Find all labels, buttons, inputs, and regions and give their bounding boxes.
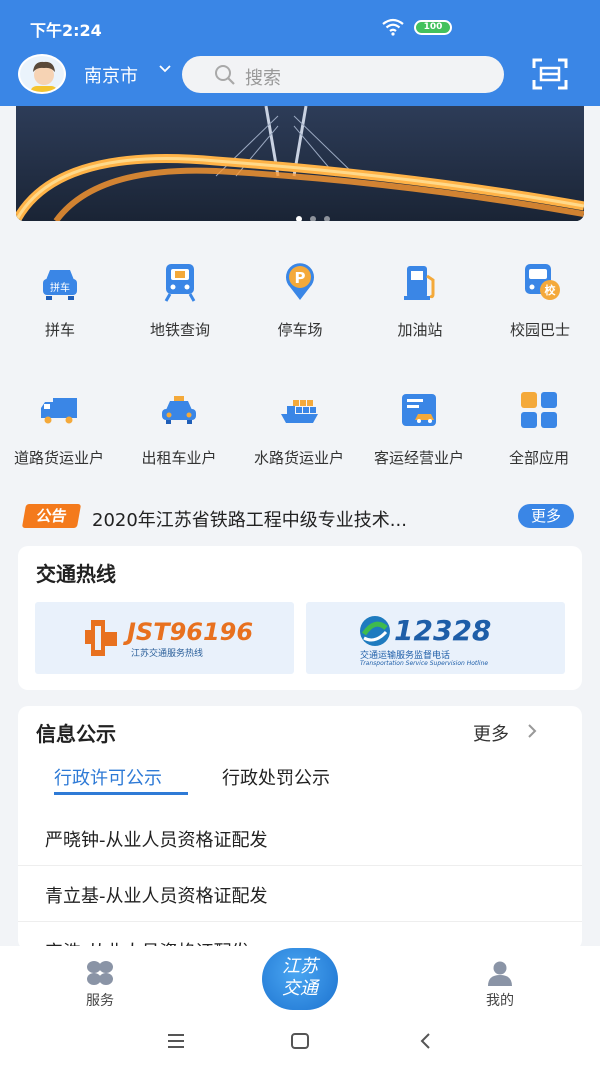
scan-icon[interactable]	[532, 58, 568, 90]
carousel-dots	[296, 207, 338, 221]
logo-line-2: 交通	[282, 978, 318, 999]
carousel-dot[interactable]	[296, 216, 302, 221]
service-label: 道路货运业户	[13, 449, 104, 467]
services-icon	[87, 961, 113, 985]
info-more-link[interactable]: 更多	[473, 720, 509, 746]
service-gas-station[interactable]: 加油站	[360, 262, 480, 362]
back-icon[interactable]	[414, 1030, 438, 1052]
service-label: 出租车业户	[141, 449, 217, 467]
user-icon	[488, 961, 512, 986]
tab-services[interactable]: 服务	[60, 960, 140, 1010]
12328-logo-icon	[360, 616, 390, 646]
service-taxi[interactable]: 出租车业户	[119, 390, 239, 490]
search-icon	[215, 65, 235, 85]
chevron-down-icon[interactable]	[158, 62, 172, 76]
hotline-jst96196[interactable]: JST96196 江苏交通服务热线	[35, 602, 294, 674]
service-parking[interactable]: P 停车场	[240, 262, 360, 362]
service-label: 加油站	[397, 321, 443, 339]
school-bus-icon: 校	[525, 264, 560, 300]
service-road-freight[interactable]: 道路货运业户	[0, 390, 119, 490]
cargo-ship-icon	[281, 400, 318, 423]
svg-text:P: P	[295, 269, 306, 287]
battery-icon: 100	[414, 20, 452, 35]
hotline-title: 交通热线	[36, 562, 116, 586]
list-item[interactable]: 青立基-从业人员资格证配发	[18, 866, 582, 922]
carousel-dot[interactable]	[324, 216, 330, 221]
taxi-icon	[162, 396, 196, 424]
system-nav-bar	[0, 1016, 600, 1067]
service-passenger-transport[interactable]: 客运经营业户	[359, 390, 479, 490]
service-label: 地铁查询	[149, 321, 210, 339]
app-header: 南京市 搜索	[0, 54, 600, 96]
avatar[interactable]	[18, 54, 66, 94]
services-row-1: 拼车 拼车 地铁查询 P 停车场 加油站 校 校园巴士	[0, 262, 600, 362]
jst-logo-icon	[85, 620, 117, 656]
notice-tag: 公告	[21, 504, 82, 528]
passenger-transport-icon	[402, 394, 436, 426]
hotline-number: 12328	[394, 614, 492, 647]
carpool-icon: 拼车	[43, 270, 77, 300]
jiangsu-transport-logo[interactable]: 江苏 交通	[262, 948, 338, 1010]
service-label: 水路货运业户	[253, 449, 344, 467]
list-item-text: 严晓钟-从业人员资格证配发	[45, 830, 268, 851]
service-all-apps[interactable]: 全部应用	[479, 390, 599, 490]
hotline-caption-en: Transportation Service Supervision Hotli…	[360, 660, 489, 667]
menu-icon[interactable]	[164, 1030, 188, 1052]
search-placeholder: 搜索	[245, 68, 281, 89]
info-card: 信息公示 更多 行政许可公示 行政处罚公示 严晓钟-从业人员资格证配发 青立基-…	[18, 706, 582, 963]
home-icon[interactable]	[288, 1030, 312, 1052]
list-item[interactable]: 严晓钟-从业人员资格证配发	[18, 810, 582, 866]
svg-text:拼车: 拼车	[50, 281, 70, 294]
gas-station-icon	[404, 266, 435, 300]
banner-carousel[interactable]	[16, 106, 584, 221]
notice-more-button[interactable]: 更多	[518, 504, 574, 528]
search-input[interactable]: 搜索	[182, 56, 504, 93]
service-label: 停车场	[277, 321, 323, 339]
battery-level: 100	[416, 22, 450, 33]
bridge-banner-image	[16, 106, 584, 221]
carousel-dot[interactable]	[310, 216, 316, 221]
logo-line-1: 江苏	[282, 956, 318, 977]
active-tab-indicator	[54, 792, 188, 795]
hotline-number: JST96196	[127, 618, 254, 646]
status-bar: 下午2:24 100	[0, 0, 600, 54]
service-label: 客运经营业户	[373, 449, 464, 467]
parking-icon: P	[286, 263, 314, 300]
bottom-tab-bar: 服务 江苏 交通 我的	[0, 946, 600, 1016]
wifi-icon	[382, 18, 404, 36]
tab-admin-penalty[interactable]: 行政处罚公示	[222, 764, 330, 790]
all-apps-icon	[521, 392, 557, 428]
services-row-2: 道路货运业户 出租车业户 水路货运业户 客运经营业户 全部应用	[0, 390, 600, 490]
list-item-text: 青立基-从业人员资格证配发	[45, 886, 268, 907]
notice-text[interactable]: 2020年江苏省铁路工程中级专业技术...	[92, 506, 407, 532]
service-waterway-freight[interactable]: 水路货运业户	[239, 390, 359, 490]
city-selector[interactable]: 南京市	[84, 62, 138, 88]
service-label: 拼车	[44, 321, 75, 339]
tab-label: 我的	[486, 993, 514, 1009]
hotline-12328[interactable]: 12328 交通运输服务监督电话 Transportation Service …	[306, 602, 565, 674]
metro-icon	[164, 264, 196, 302]
user-avatar-icon	[30, 61, 58, 92]
tab-label: 服务	[86, 993, 114, 1009]
notice-bar[interactable]: 公告 2020年江苏省铁路工程中级专业技术... 更多	[21, 500, 580, 534]
service-school-bus[interactable]: 校 校园巴士	[480, 262, 600, 362]
info-title: 信息公示	[36, 722, 116, 746]
truck-icon	[41, 398, 77, 424]
tab-admin-license[interactable]: 行政许可公示	[54, 764, 162, 790]
svg-text:校: 校	[545, 283, 557, 297]
status-time: 下午2:24	[30, 21, 102, 40]
service-label: 全部应用	[508, 449, 569, 467]
hotline-card: 交通热线 JST96196 江苏交通服务热线 12328 交通运输服务监督电话 …	[18, 546, 582, 690]
service-carpool[interactable]: 拼车 拼车	[0, 262, 120, 362]
top-header: 下午2:24 100 南京市 搜索	[0, 0, 600, 106]
tab-mine[interactable]: 我的	[460, 960, 540, 1010]
hotline-caption: 江苏交通服务热线	[131, 649, 204, 659]
service-metro[interactable]: 地铁查询	[120, 262, 240, 362]
chevron-right-icon[interactable]	[526, 722, 538, 740]
service-label: 校园巴士	[509, 321, 570, 339]
